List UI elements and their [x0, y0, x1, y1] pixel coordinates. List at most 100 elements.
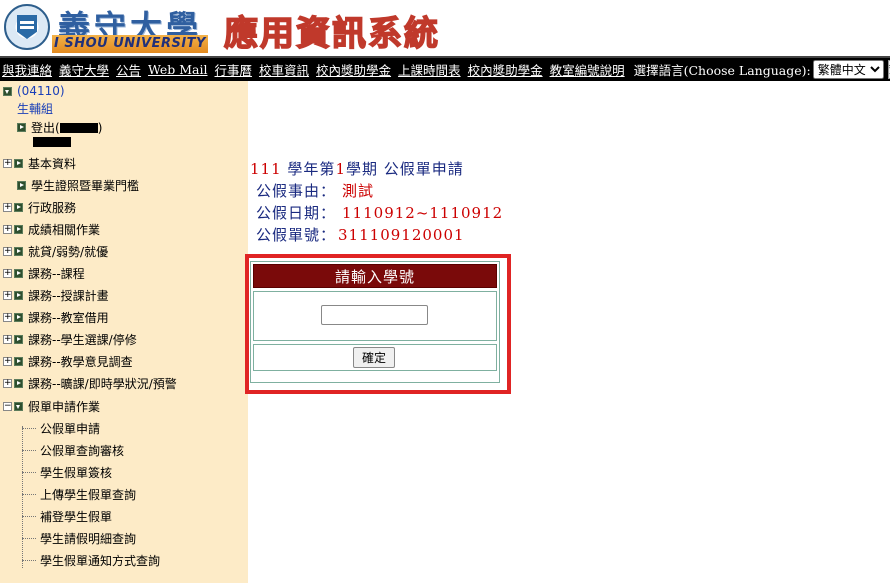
sidebar-item-teaching-survey[interactable]: + 課務--教學意見調查: [3, 353, 133, 370]
student-id-form: 請輸入學號 確定: [250, 261, 500, 383]
sidebar-leaf-backfill-leave[interactable]: 補登學生假單: [22, 508, 112, 525]
term-label: 學期 公假單申請: [345, 160, 464, 178]
nav-link-scholarship[interactable]: 校內獎助學金: [316, 60, 391, 79]
nav-link-announcements[interactable]: 公告: [116, 60, 141, 79]
leave-date-row: 公假日期： 1110912~1110912: [256, 202, 503, 223]
tree-group-label: 生輔組: [17, 102, 54, 116]
tree-group: 生輔組: [17, 100, 53, 117]
expand-plus-icon: +: [3, 246, 12, 256]
language-select[interactable]: 繁體中文: [812, 60, 884, 79]
menu-label: 學生證照暨畢業門檻: [31, 179, 140, 193]
leave-reason-value: 測試: [342, 182, 375, 200]
sidebar-leaf-official-leave-apply[interactable]: 公假單申請: [22, 420, 100, 437]
sidebar-leaf-notification-query[interactable]: 學生假單通知方式查詢: [22, 552, 160, 569]
redacted-name: [33, 137, 71, 147]
collapse-minus-icon: −: [3, 401, 12, 411]
folder-open-icon: [3, 86, 12, 96]
student-id-input[interactable]: [321, 305, 428, 325]
folder-icon: [17, 123, 26, 132]
menu-label: 課務--課程: [28, 267, 85, 281]
folder-icon: [14, 357, 23, 366]
folder-icon: [14, 247, 23, 256]
sidebar-item-basic-info[interactable]: + 基本資料: [3, 155, 76, 172]
university-seal-logo: [4, 4, 50, 50]
language-label: 選擇語言(Choose Language):: [633, 63, 811, 78]
expand-plus-icon: +: [3, 224, 12, 234]
sidebar-item-teaching-plan[interactable]: + 課務--授課計畫: [3, 287, 109, 304]
tree-branch: [22, 494, 36, 495]
logout-prefix: 登出(: [31, 121, 60, 135]
tree-branch: [22, 450, 36, 451]
sidebar-leaf-student-leave-sign[interactable]: 學生假單簽核: [22, 464, 112, 481]
sidebar-menu: (04110) 生輔組 登出( ) + 基本資料 學生證照暨畢業門檻 + 行政服…: [0, 81, 248, 583]
sidebar-item-courses[interactable]: + 課務--課程: [3, 265, 85, 282]
sidebar-leaf-leave-detail-query[interactable]: 學生請假明細查詢: [22, 530, 136, 547]
nav-link-calendar[interactable]: 行事曆: [215, 60, 253, 79]
nav-link-university[interactable]: 義守大學: [59, 60, 109, 79]
expand-plus-icon: +: [3, 334, 12, 344]
sidebar-item-admin-services[interactable]: + 行政服務: [3, 199, 76, 216]
expand-plus-icon: +: [3, 356, 12, 366]
top-nav-bar: 與我連絡 義守大學 公告 Web Mail 行事曆 校車資訊 校內獎助學金 上課…: [0, 56, 890, 81]
menu-label: 行政服務: [28, 201, 77, 215]
leaf-label: 公假單查詢審核: [40, 444, 125, 458]
nav-link-classroom-codes[interactable]: 教室編號說明: [550, 60, 625, 79]
nav-link-webmail[interactable]: Web Mail: [148, 62, 207, 77]
redacted-username: [59, 122, 98, 133]
sidebar-item-leave-application[interactable]: − 假單申請作業: [3, 398, 100, 415]
menu-label: 課務--學生選課/停修: [28, 333, 137, 347]
folder-icon: [14, 159, 23, 168]
nav-link-scholarship-2[interactable]: 校內獎助學金: [468, 60, 543, 79]
leave-date-label: 公假日期：: [256, 204, 337, 222]
expand-plus-icon: +: [3, 378, 12, 388]
main-content: 111 學年第1學期 公假單申請 公假事由： 測試 公假日期： 1110912~11…: [245, 81, 890, 583]
university-name-en: I SHOU UNIVERSITY: [52, 35, 208, 53]
sidebar-leaf-upload-leave-query[interactable]: 上傳學生假單查詢: [22, 486, 136, 503]
folder-icon: [14, 225, 23, 234]
folder-icon: [17, 181, 26, 190]
sidebar-item-grades[interactable]: + 成績相關作業: [3, 221, 100, 238]
folder-open-icon: [14, 402, 23, 411]
folder-icon: [14, 313, 23, 322]
menu-label: 課務--授課計畫: [28, 289, 109, 303]
tree-branch: [22, 516, 36, 517]
sidebar-item-classroom-booking[interactable]: + 課務--教室借用: [3, 309, 109, 326]
leaf-label: 補登學生假單: [40, 510, 113, 524]
leave-number-value: 311109120001: [338, 226, 465, 244]
seal-emblem-icon: [17, 15, 37, 39]
sidebar-item-course-selection[interactable]: + 課務--學生選課/停修: [3, 331, 137, 348]
nav-link-contact[interactable]: 與我連絡: [2, 60, 52, 79]
leaf-label: 學生假單通知方式查詢: [40, 554, 161, 568]
tree-root-label: (04110): [17, 84, 65, 98]
leave-reason-row: 公假事由： 測試: [256, 180, 374, 201]
sidebar-item-logout[interactable]: 登出( ): [17, 119, 102, 136]
sidebar-leaf-official-leave-review[interactable]: 公假單查詢審核: [22, 442, 124, 459]
leave-date-value: 1110912~1110912: [342, 204, 504, 222]
leave-number-label: 公假單號：: [256, 226, 337, 244]
leave-number-row: 公假單號： 311109120001: [256, 224, 465, 245]
folder-icon: [14, 291, 23, 300]
tree-branch: [22, 472, 36, 473]
folder-icon: [14, 269, 23, 278]
nav-link-class-schedule[interactable]: 上課時間表: [398, 60, 461, 79]
year-label: 學年第: [287, 160, 336, 178]
tree-root[interactable]: (04110): [3, 84, 65, 98]
logout-suffix: ): [97, 120, 103, 135]
nav-link-shuttle[interactable]: 校車資訊: [259, 60, 309, 79]
sidebar-item-loans[interactable]: + 就貸/弱勢/就優: [3, 243, 108, 260]
menu-label: 課務--教學意見調查: [28, 355, 133, 369]
tree-branch: [22, 538, 36, 539]
expand-plus-icon: +: [3, 158, 12, 168]
confirm-button[interactable]: 確定: [353, 347, 395, 368]
menu-label: 課務--教室借用: [28, 311, 109, 325]
sidebar-item-certificates[interactable]: 學生證照暨畢業門檻: [17, 177, 139, 194]
expand-plus-icon: +: [3, 202, 12, 212]
sidebar-item-absence-warning[interactable]: + 課務--曠課/即時學狀況/預警: [3, 375, 177, 392]
folder-icon: [14, 203, 23, 212]
redacted-name-block: [33, 137, 71, 147]
input-cell: [253, 291, 497, 341]
folder-icon: [14, 335, 23, 344]
tree-branch: [22, 560, 36, 561]
leaf-label: 學生請假明細查詢: [40, 532, 137, 546]
menu-label: 就貸/弱勢/就優: [28, 245, 109, 259]
